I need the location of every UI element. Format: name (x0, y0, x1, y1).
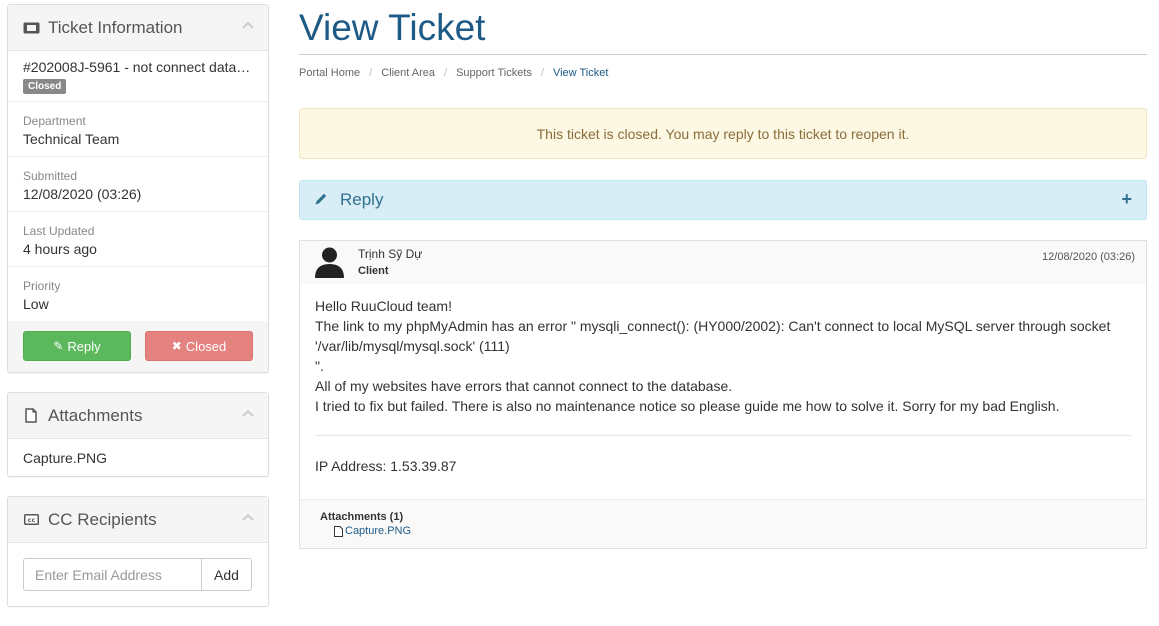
breadcrumb-support-tickets[interactable]: Support Tickets (456, 67, 532, 79)
breadcrumb-separator: / (369, 67, 373, 79)
cc-recipients-title: CC Recipients (48, 509, 157, 529)
breadcrumb-view-ticket: View Ticket (552, 67, 609, 79)
cc-recipients-heading[interactable]: cc CC Recipients (8, 497, 268, 543)
message-author-role: Client (358, 265, 389, 277)
page-title: View Ticket (299, 8, 1147, 55)
chevron-up-icon[interactable] (242, 512, 254, 522)
reply-panel-toggle[interactable]: Reply + (299, 180, 1147, 220)
message-date: 12/08/2020 (03:26) (1042, 251, 1135, 263)
cc-recipients-panel: cc CC Recipients Add (7, 496, 269, 607)
user-avatar-icon (315, 247, 344, 278)
message-line: I tried to fix but failed. There is also… (315, 398, 1060, 414)
pencil-icon: ✎ (53, 339, 64, 353)
file-icon (22, 407, 40, 425)
cc-add-button[interactable]: Add (201, 558, 252, 591)
closed-button[interactable]: ✖ Closed (145, 331, 253, 361)
cc-email-input[interactable] (23, 558, 201, 591)
sidebar: Ticket Information #202008J-5961 - not c… (7, 4, 269, 626)
message-attachments: Attachments (1) Capture.PNG (300, 499, 1146, 548)
breadcrumb-portal-home[interactable]: Portal Home (299, 67, 360, 79)
message-attachment-name: Capture.PNG (345, 525, 412, 537)
expand-plus-icon[interactable]: + (1121, 189, 1132, 210)
chevron-up-icon[interactable] (242, 20, 254, 30)
status-badge: Closed (23, 79, 67, 94)
message-attachment-link[interactable]: Capture.PNG (334, 525, 1126, 537)
message-ip-address: IP Address: 1.53.39.87 (315, 458, 457, 474)
message-header: Trịnh Sỹ Dự Client 12/08/2020 (03:26) (300, 241, 1146, 284)
last-updated-row: Last Updated 4 hours ago (8, 212, 268, 267)
breadcrumb-separator: / (444, 67, 448, 79)
cc-icon: cc (22, 511, 40, 529)
message-line: The link to my phpMyAdmin has an error "… (315, 318, 1111, 354)
message-body: Hello RuuCloud team! The link to my phpM… (300, 284, 1146, 499)
svg-text:cc: cc (27, 516, 35, 524)
file-icon (334, 525, 343, 537)
message-line: Hello RuuCloud team! (315, 298, 452, 314)
pencil-icon (314, 192, 328, 209)
message-attachments-heading: Attachments (1) (320, 511, 404, 523)
attachments-title: Attachments (48, 405, 143, 425)
priority-row: Priority Low (8, 267, 268, 321)
submitted-value: 12/08/2020 (03:26) (23, 186, 142, 202)
priority-value: Low (23, 296, 49, 312)
breadcrumb-client-area[interactable]: Client Area (381, 67, 435, 79)
cc-form: Add (8, 543, 268, 606)
department-row: Department Technical Team (8, 102, 268, 157)
ticket-closed-alert: This ticket is closed. You may reply to … (299, 108, 1147, 159)
attachment-file-link[interactable]: Capture.PNG (8, 439, 268, 476)
department-value: Technical Team (23, 131, 120, 147)
submitted-label: Submitted (23, 169, 78, 183)
message-line: ". (315, 358, 324, 374)
ticket-actions: ✎ Reply ✖ Closed (8, 321, 268, 372)
ticket-info-title: Ticket Information (48, 17, 183, 37)
department-label: Department (23, 114, 86, 128)
message-line: All of my websites have errors that cann… (315, 378, 733, 394)
chevron-up-icon[interactable] (242, 408, 254, 418)
ticket-title: #202008J-5961 - not connect database (23, 59, 253, 75)
ticket-title-row: #202008J-5961 - not connect database Clo… (8, 51, 268, 102)
reply-panel-label: Reply (340, 190, 384, 209)
priority-label: Priority (23, 279, 61, 293)
message-author: Trịnh Sỹ Dự (358, 247, 423, 261)
ticket-icon (22, 19, 40, 37)
attachments-panel: Attachments Capture.PNG (7, 392, 269, 477)
last-updated-value: 4 hours ago (23, 241, 97, 257)
close-icon: ✖ (171, 339, 182, 353)
submitted-row: Submitted 12/08/2020 (03:26) (8, 157, 268, 212)
closed-button-label: Closed (185, 338, 227, 354)
attachments-heading[interactable]: Attachments (8, 393, 268, 439)
ticket-message: Trịnh Sỹ Dự Client 12/08/2020 (03:26) He… (299, 240, 1147, 549)
ticket-info-panel: Ticket Information #202008J-5961 - not c… (7, 4, 269, 373)
last-updated-label: Last Updated (23, 224, 95, 238)
breadcrumb-separator: / (540, 67, 544, 79)
reply-button[interactable]: ✎ Reply (23, 331, 131, 361)
ticket-info-heading[interactable]: Ticket Information (8, 5, 268, 51)
breadcrumb: Portal Home / Client Area / Support Tick… (299, 67, 1147, 79)
main-content: View Ticket Portal Home / Client Area / … (299, 0, 1147, 549)
reply-button-label: Reply (67, 338, 101, 354)
